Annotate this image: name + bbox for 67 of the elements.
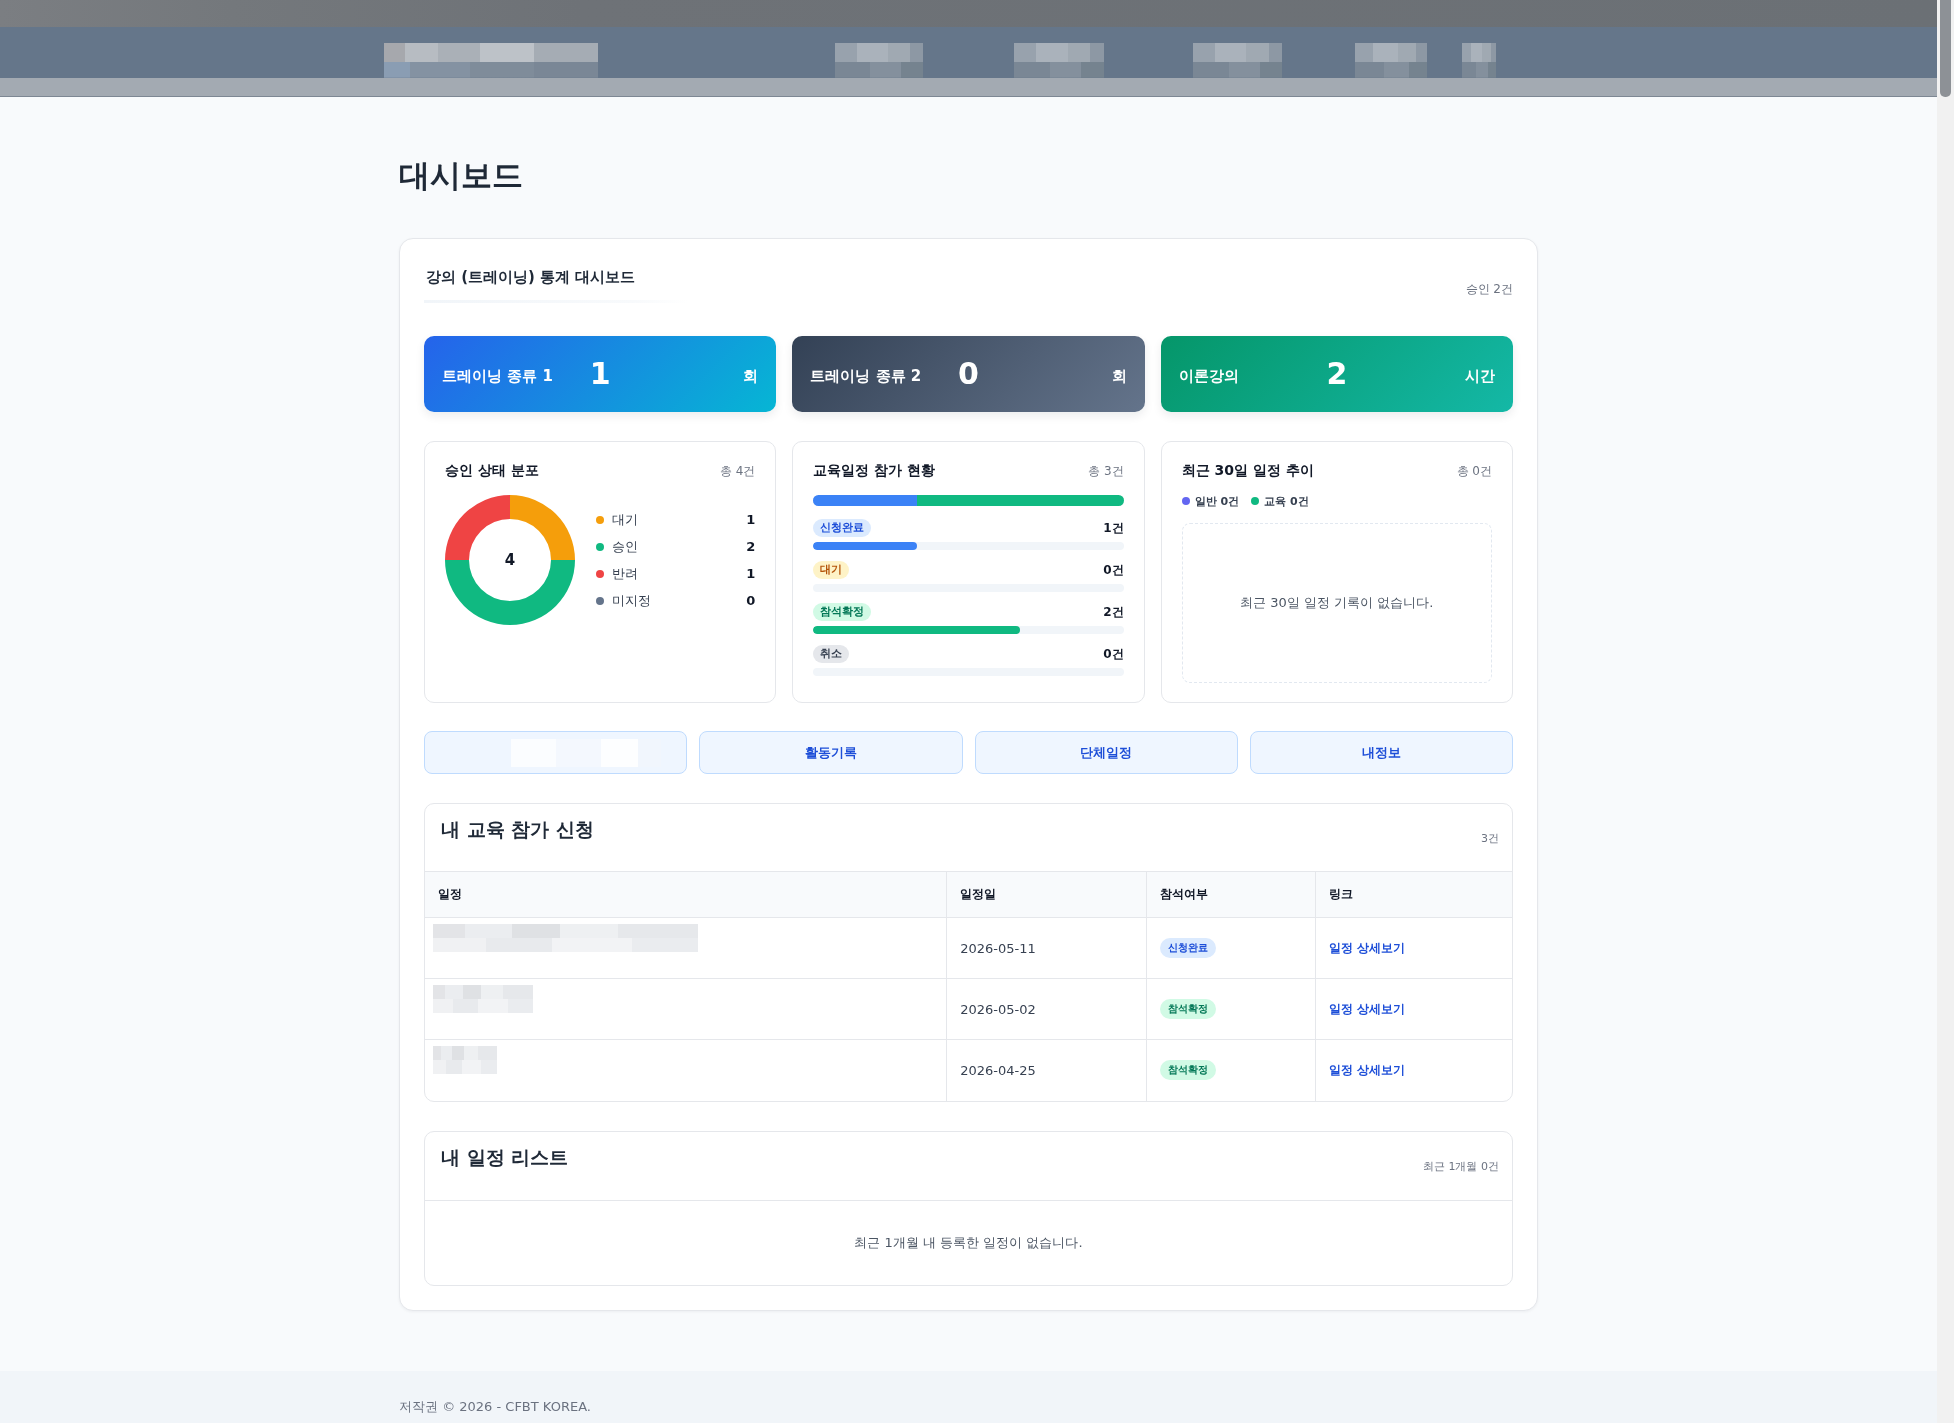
legend-value: 0 [746, 593, 756, 608]
table-cell: 2026-04-25 [946, 1039, 1147, 1101]
page-title: 대시보드 [399, 156, 523, 195]
donut-center-value: 4 [504, 551, 516, 569]
status-badge: 신청완료 [1160, 938, 1217, 958]
legend-value: 1 [746, 512, 756, 527]
count-label: 2건 [1103, 603, 1124, 621]
panel-count: 총 0건 [1456, 463, 1492, 480]
blurred-menu-item[interactable] [1461, 43, 1496, 78]
stat-value: 0 [958, 356, 979, 392]
panel-title: 승인 상태 분포 [445, 462, 539, 480]
blurred-menu-item[interactable] [1354, 43, 1427, 78]
stat-label: 이론강의 [1178, 367, 1239, 386]
scrollbar-thumb[interactable] [1940, 0, 1951, 97]
blurred-menu-item[interactable] [834, 43, 923, 78]
legend-label: 대기 [612, 510, 639, 529]
stat-unit: 시간 [1465, 367, 1495, 386]
section-title: 내 교육 참가 신청 [441, 817, 594, 842]
column-header: 링크 [1315, 871, 1512, 918]
legend-value: 1 [746, 566, 756, 581]
table-cell: 2026-05-02 [946, 978, 1147, 1040]
status-badge: 신청완료 [813, 519, 872, 537]
column-header: 일정 [425, 871, 947, 918]
detail-link[interactable]: 일정 상세보기 [1328, 940, 1405, 955]
column-header: 일정일 [946, 871, 1147, 918]
panel-count: 총 4건 [719, 463, 756, 480]
blurred-menu-item[interactable] [1013, 43, 1104, 78]
status-badge: 대기 [813, 561, 850, 579]
status-badge: 참석확정 [1160, 999, 1217, 1019]
panel-count: 총 3건 [1088, 463, 1124, 480]
count-label: 1건 [1103, 519, 1124, 537]
stat-unit: 회 [743, 367, 759, 386]
legend-label: 미지정 [612, 591, 652, 610]
status-badge: 참석확정 [1160, 1060, 1217, 1081]
stat-label: 트레이닝 종류 1 [442, 367, 553, 386]
column-header: 참석여부 [1146, 871, 1316, 918]
nav-button[interactable]: 단체일정 [974, 731, 1238, 774]
legend-value: 2 [746, 539, 756, 554]
detail-link[interactable]: 일정 상세보기 [1328, 1062, 1405, 1077]
legend-label: 교육 0건 [1264, 493, 1309, 509]
copyright-text: 저작권 © 2026 - CFBT KOREA. [399, 1398, 591, 1414]
stat-value: 2 [1326, 356, 1348, 392]
panel-title: 최근 30일 일정 추이 [1181, 462, 1314, 480]
detail-link[interactable]: 일정 상세보기 [1328, 1001, 1405, 1016]
status-badge: 참석확정 [813, 603, 872, 621]
section-count: 최근 1개월 0건 [1423, 1158, 1499, 1174]
card-title: 강의 (트레이닝) 통계 대시보드 [426, 267, 637, 288]
stat-unit: 회 [1111, 367, 1127, 386]
count-label: 0건 [1103, 645, 1124, 663]
nav-button[interactable] [424, 731, 688, 774]
legend-label: 반려 [612, 564, 639, 583]
nav-button[interactable]: 내정보 [1249, 731, 1513, 774]
section-count: 3건 [1481, 831, 1499, 846]
panel-title: 교육일정 참가 현황 [813, 462, 936, 480]
empty-message: 최근 1개월 내 등록한 일정이 없습니다. [854, 1233, 1083, 1252]
legend-label: 승인 [612, 537, 639, 556]
empty-message: 최근 30일 일정 기록이 없습니다. [1240, 594, 1434, 612]
card-summary: 승인 2건 [1465, 281, 1513, 298]
stat-value: 1 [589, 356, 611, 392]
nav-button[interactable]: 활동기록 [699, 731, 963, 774]
stat-label: 트레이닝 종류 2 [810, 367, 922, 386]
legend-label: 일반 0건 [1194, 493, 1240, 509]
table-cell: 2026-05-11 [946, 917, 1147, 979]
count-label: 0건 [1103, 561, 1124, 579]
section-title: 내 일정 리스트 [441, 1144, 569, 1170]
status-badge: 취소 [813, 645, 850, 663]
blurred-menu-item[interactable] [1192, 43, 1282, 78]
